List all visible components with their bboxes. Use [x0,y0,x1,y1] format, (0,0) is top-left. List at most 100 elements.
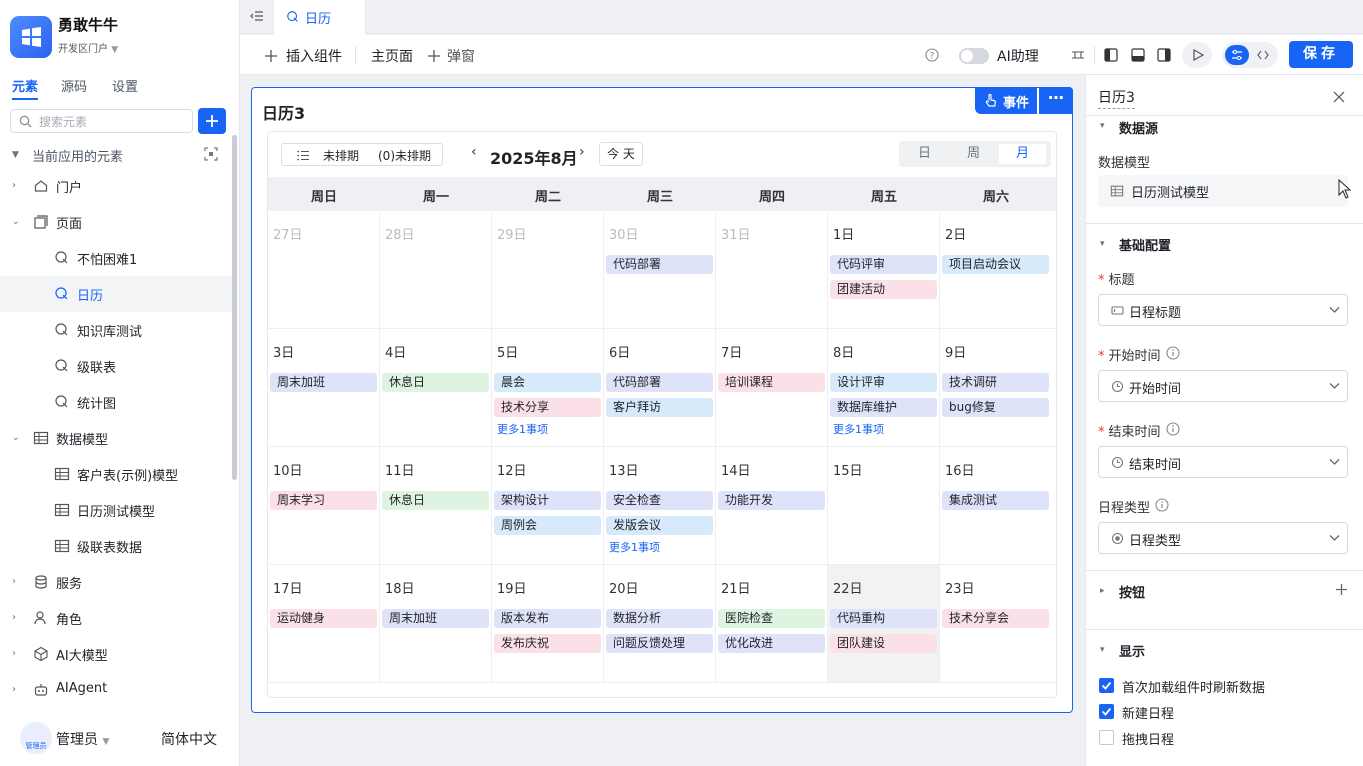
section-basic-config[interactable]: 基础配置 [1119,235,1171,254]
calendar-day-cell[interactable]: 30日 代码部署 [604,211,716,329]
calendar-event[interactable]: 安全检查 [606,491,713,510]
start-time-select[interactable]: 开始时间 [1098,370,1348,402]
calendar-day-cell[interactable]: 19日 版本发布 发布庆祝 [492,565,604,683]
preview-button[interactable] [1182,42,1212,68]
sidebar-scrollbar[interactable] [232,135,237,480]
tree-item-page-1[interactable]: 不怕困难1 [0,240,232,276]
calendar-day-cell[interactable]: 28日 [380,211,492,329]
calendar-event[interactable]: 休息日 [382,491,489,510]
calendar-day-cell[interactable]: 15日 [828,447,940,565]
calendar-day-cell[interactable]: 16日 集成测试 [940,447,1056,565]
plus-icon[interactable] [1335,583,1348,596]
section-buttons[interactable]: 按钮 [1119,582,1145,601]
calendar-event[interactable]: 数据库维护 [830,398,937,417]
calendar-day-cell[interactable]: 6日 代码部署 客户拜访 [604,329,716,447]
calendar-event[interactable]: 技术分享会 [942,609,1049,628]
avatar[interactable]: 管理员 [20,722,52,754]
calendar-event[interactable]: 周末学习 [270,491,377,510]
calendar-event[interactable]: 集成测试 [942,491,1049,510]
calendar-day-cell[interactable]: 8日 设计评审 数据库维护 更多1事项 [828,329,940,447]
tree-item-cascade[interactable]: 级联表 [0,348,232,384]
model-select[interactable]: 日历测试模型 [1098,175,1348,207]
user-menu[interactable]: 管理员 ▼ [56,729,109,749]
close-icon[interactable] [1333,91,1345,103]
main-page-button[interactable]: 主页面 [371,46,413,66]
tree-item-pages[interactable]: ⌄ 页面 [0,204,232,240]
calendar-event[interactable]: 培训课程 [718,373,825,392]
calendar-day-cell[interactable]: 27日 [268,211,380,329]
calendar-event[interactable]: 运动健身 [270,609,377,628]
calendar-event[interactable]: 周例会 [494,516,601,535]
next-month-icon[interactable]: › [579,144,585,160]
calendar-day-cell[interactable]: 23日 技术分享会 [940,565,1056,683]
tab-elements[interactable]: 元素 [12,76,38,95]
calendar-day-cell[interactable]: 2日 项目启动会议 [940,211,1056,329]
unscheduled-button[interactable]: 未排期 (0)未排期 [281,143,443,166]
view-week-button[interactable]: 周 [950,144,997,164]
save-button[interactable]: 保存 [1289,41,1353,68]
tree-item-portal[interactable]: › 门户 [0,168,232,204]
tree-item-chart[interactable]: 统计图 [0,384,232,420]
caret-down-icon[interactable]: ▾ [1100,645,1105,655]
title-select[interactable]: 日程标题 [1098,294,1348,326]
calendar-event[interactable]: 客户拜访 [606,398,713,417]
tab-calendar-page[interactable]: 日历 [274,0,366,35]
portal-selector[interactable]: 开发区门户 ▼ [58,40,118,55]
type-select[interactable]: 日程类型 [1098,522,1348,554]
calendar-day-cell[interactable]: 12日 架构设计 周例会 [492,447,604,565]
calendar-event[interactable]: 设计评审 [830,373,937,392]
calendar-day-cell[interactable]: 13日 安全检查 发版会议 更多1事项 [604,447,716,565]
more-events-link[interactable]: 更多1事项 [833,421,884,437]
checkbox[interactable] [1099,730,1114,745]
tree-item-knowledge[interactable]: 知识库测试 [0,312,232,348]
calendar-day-cell[interactable]: 21日 医院检查 优化改进 [716,565,828,683]
info-icon[interactable] [1166,422,1180,436]
popup-button[interactable]: 弹窗 [425,45,481,67]
calendar-day-cell[interactable]: 18日 周末加班 [380,565,492,683]
calendar-event[interactable]: 代码重构 [830,609,937,628]
collapse-sidebar-icon[interactable] [250,9,264,23]
event-button[interactable]: 事件 [975,87,1037,114]
checkbox[interactable] [1099,704,1114,719]
calendar-day-cell[interactable]: 3日 周末加班 [268,329,380,447]
calendar-event[interactable]: 技术调研 [942,373,1049,392]
more-events-link[interactable]: 更多1事项 [609,539,660,555]
bottom-panel-icon[interactable] [1131,48,1145,62]
panel-title[interactable]: 日历3 [1098,87,1135,109]
layout-icon[interactable] [1071,48,1085,62]
tree-item-roles[interactable]: › 角色 [0,600,232,636]
calendar-day-cell[interactable]: 29日 [492,211,604,329]
calendar-event[interactable]: 代码部署 [606,255,713,274]
calendar-day-cell[interactable]: 1日 代码评审 团建活动 [828,211,940,329]
calendar-event[interactable]: 发版会议 [606,516,713,535]
calendar-event[interactable]: 优化改进 [718,634,825,653]
info-icon[interactable] [1166,346,1180,360]
more-events-link[interactable]: 更多1事项 [497,421,548,437]
section-datasource[interactable]: 数据源 [1119,118,1158,137]
left-panel-icon[interactable] [1104,48,1118,62]
caret-right-icon[interactable]: ▸ [1100,586,1105,596]
calendar-event[interactable]: 版本发布 [494,609,601,628]
tab-source[interactable]: 源码 [61,76,87,95]
caret-down-icon[interactable]: ▾ [1100,239,1105,249]
tree-item-calendar-model[interactable]: 日历测试模型 [0,492,232,528]
code-icon[interactable] [1257,49,1269,61]
insert-component-button[interactable]: 插入组件 [262,45,344,67]
calendar-event[interactable]: 团建活动 [830,280,937,299]
calendar-event[interactable]: 项目启动会议 [942,255,1049,274]
view-month-button[interactable]: 月 [999,144,1046,164]
calendar-day-cell[interactable]: 5日 晨会 技术分享 更多1事项 [492,329,604,447]
prev-month-icon[interactable]: ‹ [471,144,477,160]
add-element-button[interactable] [198,108,226,134]
calendar-day-cell[interactable]: 9日 技术调研 bug修复 [940,329,1056,447]
calendar-day-cell[interactable]: 14日 功能开发 [716,447,828,565]
calendar-event[interactable]: 团队建设 [830,634,937,653]
ai-assistant-toggle[interactable] [959,48,989,64]
tree-item-ai-agent[interactable]: › AIAgent [0,672,232,708]
calendar-day-cell[interactable]: 31日 [716,211,828,329]
info-icon[interactable] [1155,498,1169,512]
tab-settings[interactable]: 设置 [112,76,138,95]
tree-item-customer-model[interactable]: 客户表(示例)模型 [0,456,232,492]
calendar-day-cell[interactable]: 7日 培训课程 [716,329,828,447]
section-display[interactable]: 显示 [1119,641,1145,660]
